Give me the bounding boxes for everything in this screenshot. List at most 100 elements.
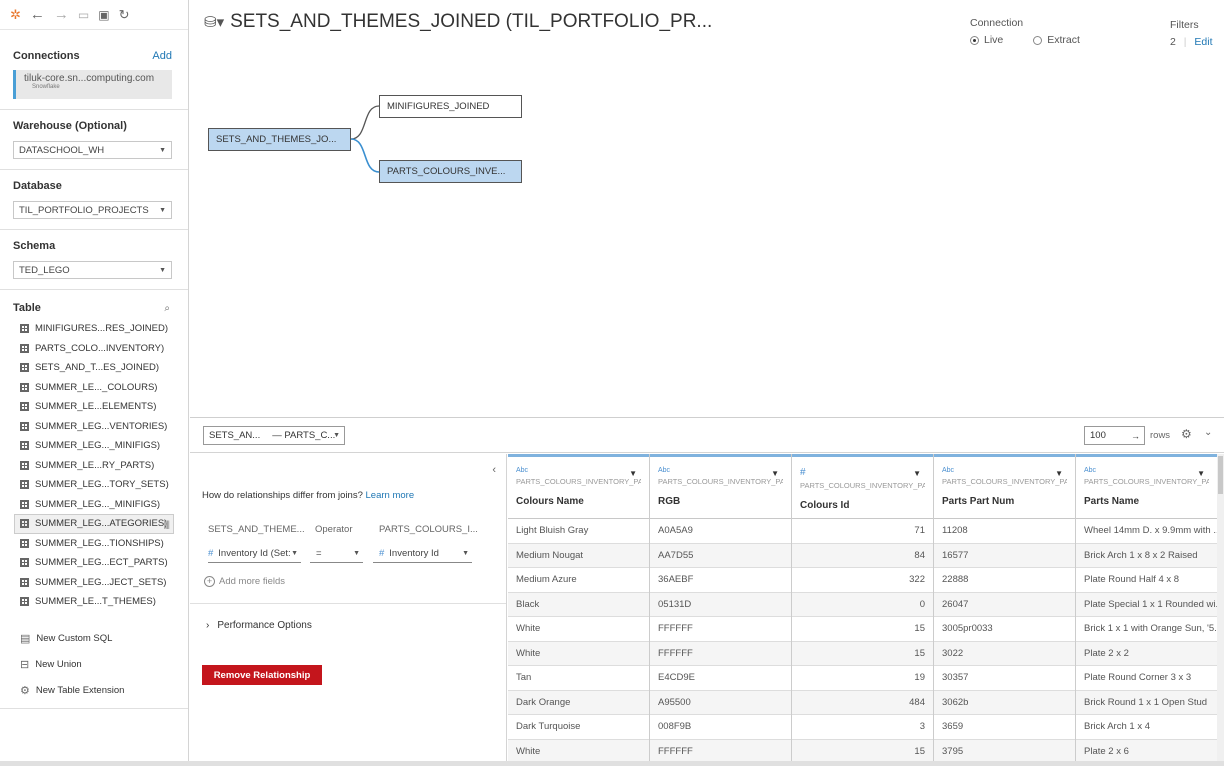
table-cell: 19	[792, 666, 933, 691]
table-grid-icon	[20, 343, 29, 353]
table-item-label: SUMMER_LEG...VENTORIES)	[35, 420, 168, 432]
schema-value: TED_LEGO	[19, 264, 70, 276]
chevron-down-icon[interactable]: ▼	[1197, 469, 1205, 478]
table-cell: A95500	[650, 690, 791, 715]
column-header[interactable]: #▼ PARTS_COLOURS_INVENTORY_PARTS Colours I…	[792, 454, 933, 519]
data-type-icon[interactable]: Abc	[1084, 467, 1209, 474]
new-custom-sql[interactable]: ▤ New Custom SQL	[0, 626, 188, 652]
scrollbar-thumb[interactable]	[1218, 456, 1223, 494]
number-type-icon: #	[208, 548, 214, 559]
column-header[interactable]: Abc▼PARTS_COLOURS_INVENTORY_PARTS Parts P…	[934, 454, 1075, 519]
remove-relationship-button[interactable]: Remove Relationship	[202, 665, 322, 685]
table-item[interactable]: SUMMER_LE...ELEMENTS)	[0, 397, 188, 417]
table-item[interactable]: SUMMER_LE...RY_PARTS)	[0, 456, 188, 476]
data-type-icon[interactable]: #	[800, 467, 925, 478]
table-item-hovered[interactable]: SUMMER_LEG...ATEGORIES) ||||	[14, 514, 174, 534]
redo-icon[interactable]: ▭	[78, 9, 89, 21]
relationship-line-minifigures[interactable]	[350, 105, 380, 140]
table-cell: Brick Round 1 x 1 Open Stud	[1076, 690, 1217, 715]
search-icon[interactable]: ⌕	[164, 303, 170, 314]
table-cell: Dark Turquoise	[508, 715, 649, 740]
table-cell: Dark Orange	[508, 690, 649, 715]
column-name: RGB	[658, 496, 681, 507]
table-item[interactable]: SUMMER_LEG...TIONSHIPS)	[0, 534, 188, 554]
table-item[interactable]: SUMMER_LEG...VENTORIES)	[0, 417, 188, 437]
table-cell: Brick Arch 1 x 4	[1076, 715, 1217, 740]
data-type-icon[interactable]: Abc	[942, 467, 1067, 474]
table-item[interactable]: MINIFIGURES...RES_JOINED)	[0, 319, 188, 339]
horizontal-scrollbar[interactable]	[0, 761, 1224, 766]
vertical-scrollbar[interactable]	[1217, 454, 1224, 766]
table-item-label: SUMMER_LEG...ECT_PARTS)	[35, 557, 168, 569]
relationship-select[interactable]: SETS_AN... — PARTS_C... ▼	[203, 426, 345, 445]
database-select[interactable]: TIL_PORTFOLIO_PROJECTS ▼	[13, 201, 172, 219]
grid-column: Abc▼PARTS_COLOURS_INVENTORY_PARTS Parts N…	[1076, 454, 1218, 764]
column-header[interactable]: Abc▼PARTS_COLOURS_INVENTORY_PARTS Colours…	[508, 454, 649, 519]
table-item[interactable]: PARTS_COLO...INVENTORY)	[0, 339, 188, 359]
right-field-select[interactable]: # Inventory Id ▼	[373, 545, 472, 563]
chevron-down-icon[interactable]: ▼	[771, 469, 779, 478]
left-table-label: SETS_AND_THEME...	[208, 524, 305, 535]
table-item[interactable]: SUMMER_LE...T_THEMES)	[0, 592, 188, 612]
gear-icon[interactable]: ⚙	[1181, 427, 1192, 441]
column-header[interactable]: Abc▼PARTS_COLOURS_INVENTORY_PARTS Parts N…	[1076, 454, 1217, 519]
table-item[interactable]: SUMMER_LEG..._MINIFIGS)	[0, 436, 188, 456]
new-table-extension[interactable]: ⚙ New Table Extension	[0, 678, 188, 704]
data-type-icon[interactable]: Abc	[516, 467, 641, 474]
parts-colours-node[interactable]: PARTS_COLOURS_INVE...	[379, 160, 522, 183]
back-icon[interactable]: ←	[30, 7, 45, 22]
column-header[interactable]: Abc▼PARTS_COLOURS_INVENTORY_PARTS RGB	[650, 454, 791, 519]
refresh-icon[interactable]: ↻	[119, 8, 130, 21]
table-cell: 3062b	[934, 690, 1075, 715]
operator-label: Operator	[315, 524, 353, 535]
table-cell: Medium Azure	[508, 568, 649, 593]
connections-title: Connections	[13, 50, 80, 62]
performance-options-toggle[interactable]: › Performance Options	[206, 620, 312, 631]
database-title: Database	[13, 180, 62, 192]
operator-select[interactable]: = ▼	[310, 545, 363, 563]
chevron-down-icon: ▼	[291, 550, 298, 557]
tableau-logo-icon[interactable]: ✲	[10, 8, 21, 21]
rows-label: rows	[1150, 430, 1171, 441]
relationship-line-parts[interactable]	[350, 138, 380, 173]
table-item[interactable]: SUMMER_LEG..._MINIFIGS)	[0, 495, 188, 515]
minifigures-node[interactable]: MINIFIGURES_JOINED	[379, 95, 522, 118]
chevron-down-icon[interactable]: ▼	[1055, 469, 1063, 478]
warehouse-select[interactable]: DATASCHOOL_WH ▼	[13, 141, 172, 159]
table-item[interactable]: SETS_AND_T...ES_JOINED)	[0, 358, 188, 378]
table-item-label: MINIFIGURES...RES_JOINED)	[35, 323, 169, 335]
chevron-down-icon[interactable]: ▼	[629, 469, 637, 478]
data-type-icon[interactable]: Abc	[658, 467, 783, 474]
left-sidebar: ✲ ← → ▭ ▣ ↻ Connections Add tiluk-core.s…	[0, 0, 189, 766]
save-icon[interactable]: ▣	[98, 9, 109, 21]
table-item[interactable]: SUMMER_LEG...JECT_SETS)	[0, 573, 188, 593]
apply-arrow-icon[interactable]: →	[1131, 431, 1140, 441]
new-union-label: New Union	[35, 659, 82, 670]
table-cell: FFFFFF	[650, 641, 791, 666]
left-field-select[interactable]: # Inventory Id (Set: ▼	[208, 545, 301, 563]
table-cell: 71	[792, 519, 933, 544]
new-union[interactable]: ⊟ New Union	[0, 652, 188, 678]
column-source: PARTS_COLOURS_INVENTORY_PARTS	[516, 477, 641, 486]
performance-options-label: Performance Options	[217, 620, 312, 631]
table-cell: 36AEBF	[650, 568, 791, 593]
connection-item[interactable]: tiluk-core.sn...computing.com Snowflake	[13, 70, 172, 99]
chevron-down-icon: ▼	[159, 146, 166, 154]
column-source: PARTS_COLOURS_INVENTORY_PARTS	[1084, 477, 1209, 486]
learn-more-link[interactable]: Learn more	[366, 490, 415, 501]
view-data-icon[interactable]: ||||	[164, 519, 170, 529]
add-connection-link[interactable]: Add	[152, 50, 172, 62]
relationship-right-label: — PARTS_C...	[272, 430, 336, 441]
rows-input[interactable]: 100 →	[1084, 426, 1145, 445]
forward-icon[interactable]: →	[54, 7, 69, 22]
custom-sql-icon: ▤	[20, 633, 31, 645]
table-item[interactable]: SUMMER_LE..._COLOURS)	[0, 378, 188, 398]
chevron-down-icon[interactable]: ⌄	[1204, 427, 1212, 438]
root-table-node[interactable]: SETS_AND_THEMES_JO...	[208, 128, 351, 151]
add-more-fields[interactable]: + Add more fields	[204, 576, 285, 587]
schema-select[interactable]: TED_LEGO ▼	[13, 261, 172, 279]
table-item[interactable]: SUMMER_LEG...ECT_PARTS)	[0, 553, 188, 573]
collapse-icon[interactable]: ‹	[492, 464, 496, 476]
table-item[interactable]: SUMMER_LEG...TORY_SETS)	[0, 475, 188, 495]
chevron-down-icon[interactable]: ▼	[913, 469, 921, 478]
